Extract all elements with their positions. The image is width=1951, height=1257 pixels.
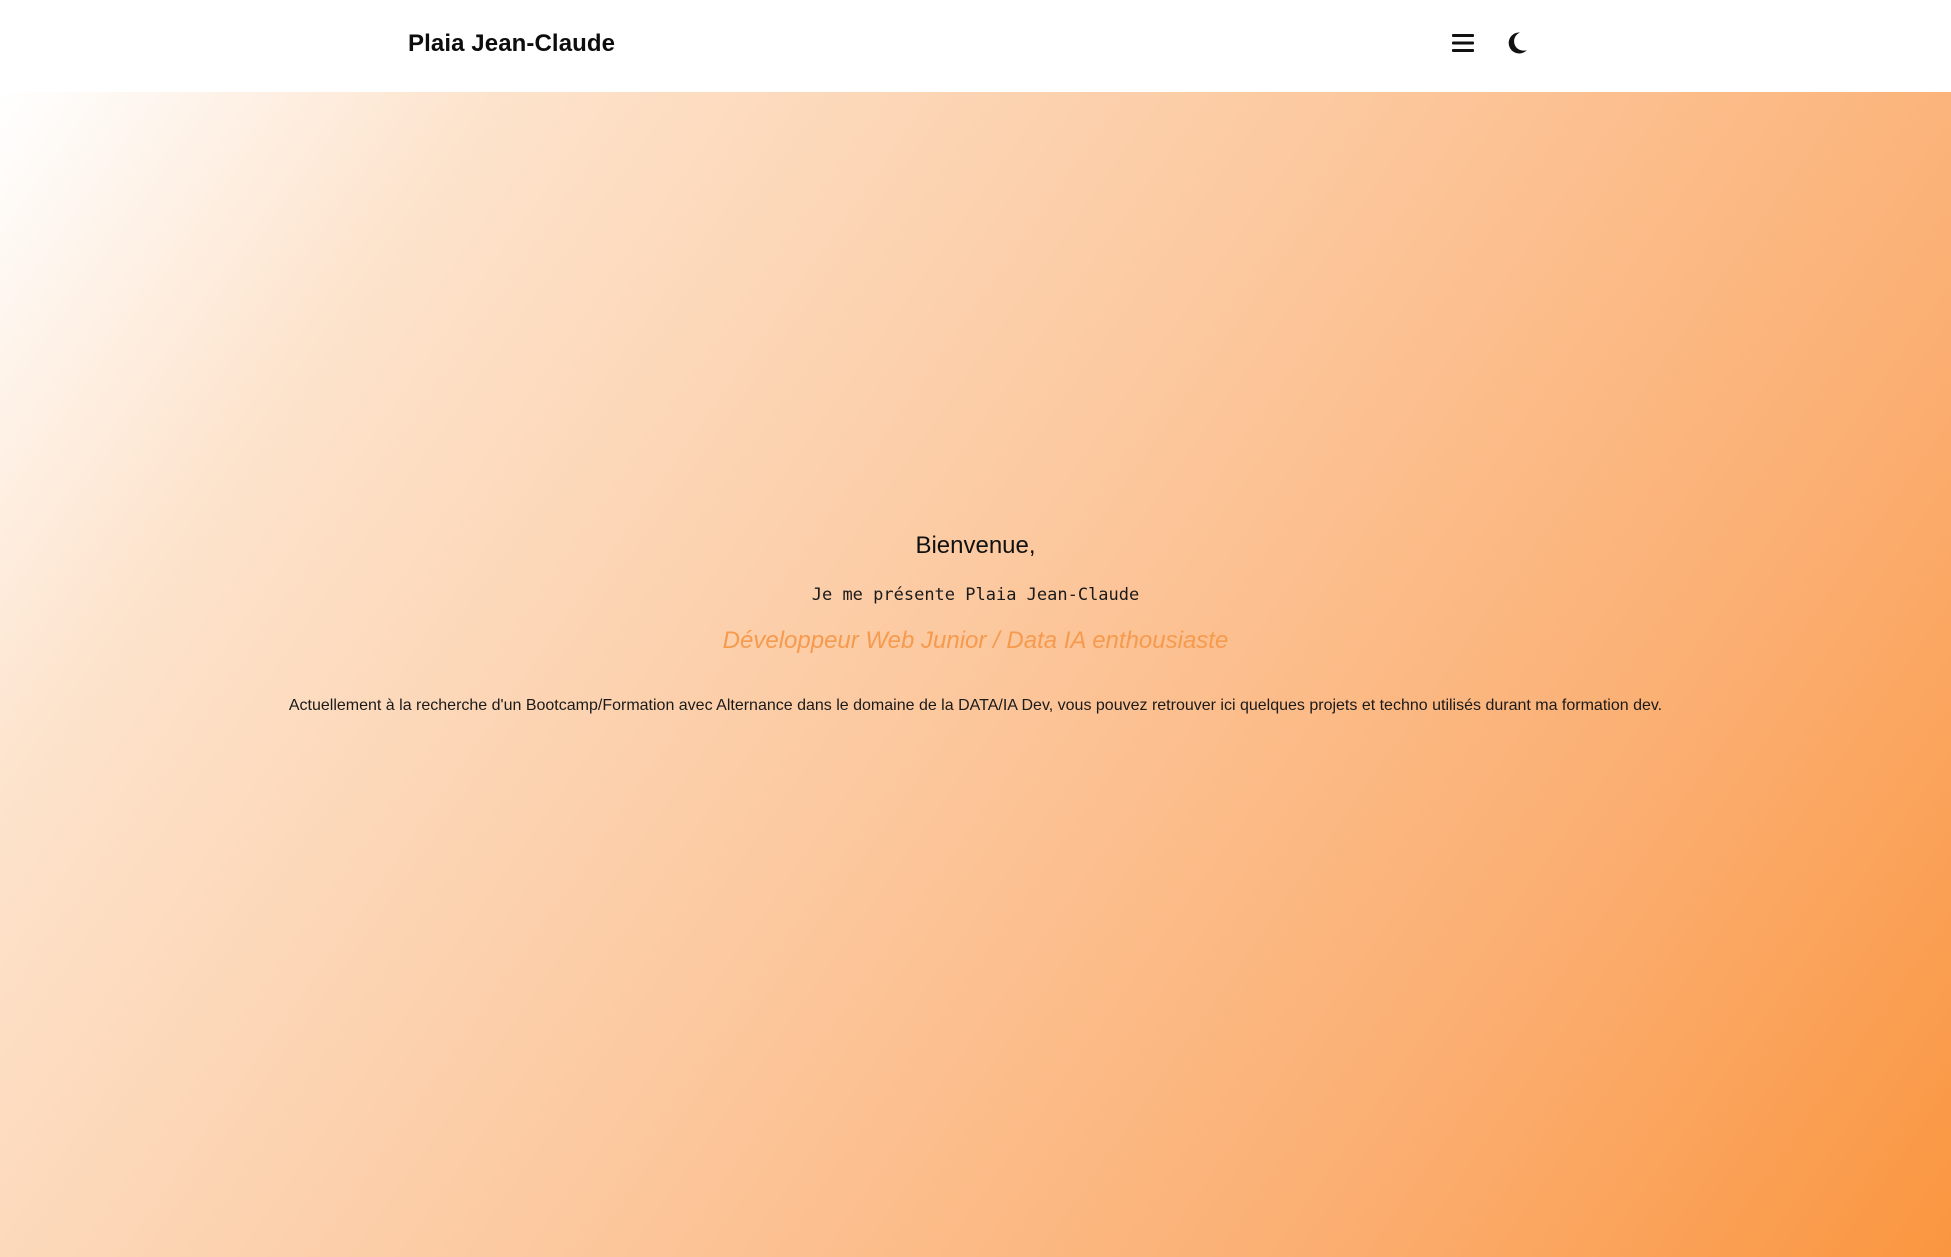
hamburger-menu-svg xyxy=(1452,34,1474,52)
role-title: Développeur Web Junior / Data IA enthous… xyxy=(722,627,1229,655)
moon-svg xyxy=(1508,32,1527,54)
site-brand[interactable]: Plaia Jean-Claude xyxy=(408,30,615,58)
description-text: Actuellement à la recherche d'un Bootcam… xyxy=(288,696,1663,714)
welcome-heading: Bienvenue, xyxy=(915,532,1036,559)
navbar: Plaia Jean-Claude xyxy=(0,0,1951,92)
hero-content: Bienvenue, Je me présente Plaia Jean-Cla… xyxy=(0,532,1951,717)
nav-icons xyxy=(1450,28,1530,58)
hamburger-menu-icon[interactable] xyxy=(1450,28,1476,58)
hero-section: Bienvenue, Je me présente Plaia Jean-Cla… xyxy=(0,92,1951,1257)
moon-icon[interactable] xyxy=(1504,28,1530,58)
intro-text: Je me présente Plaia Jean-Claude xyxy=(811,584,1140,605)
